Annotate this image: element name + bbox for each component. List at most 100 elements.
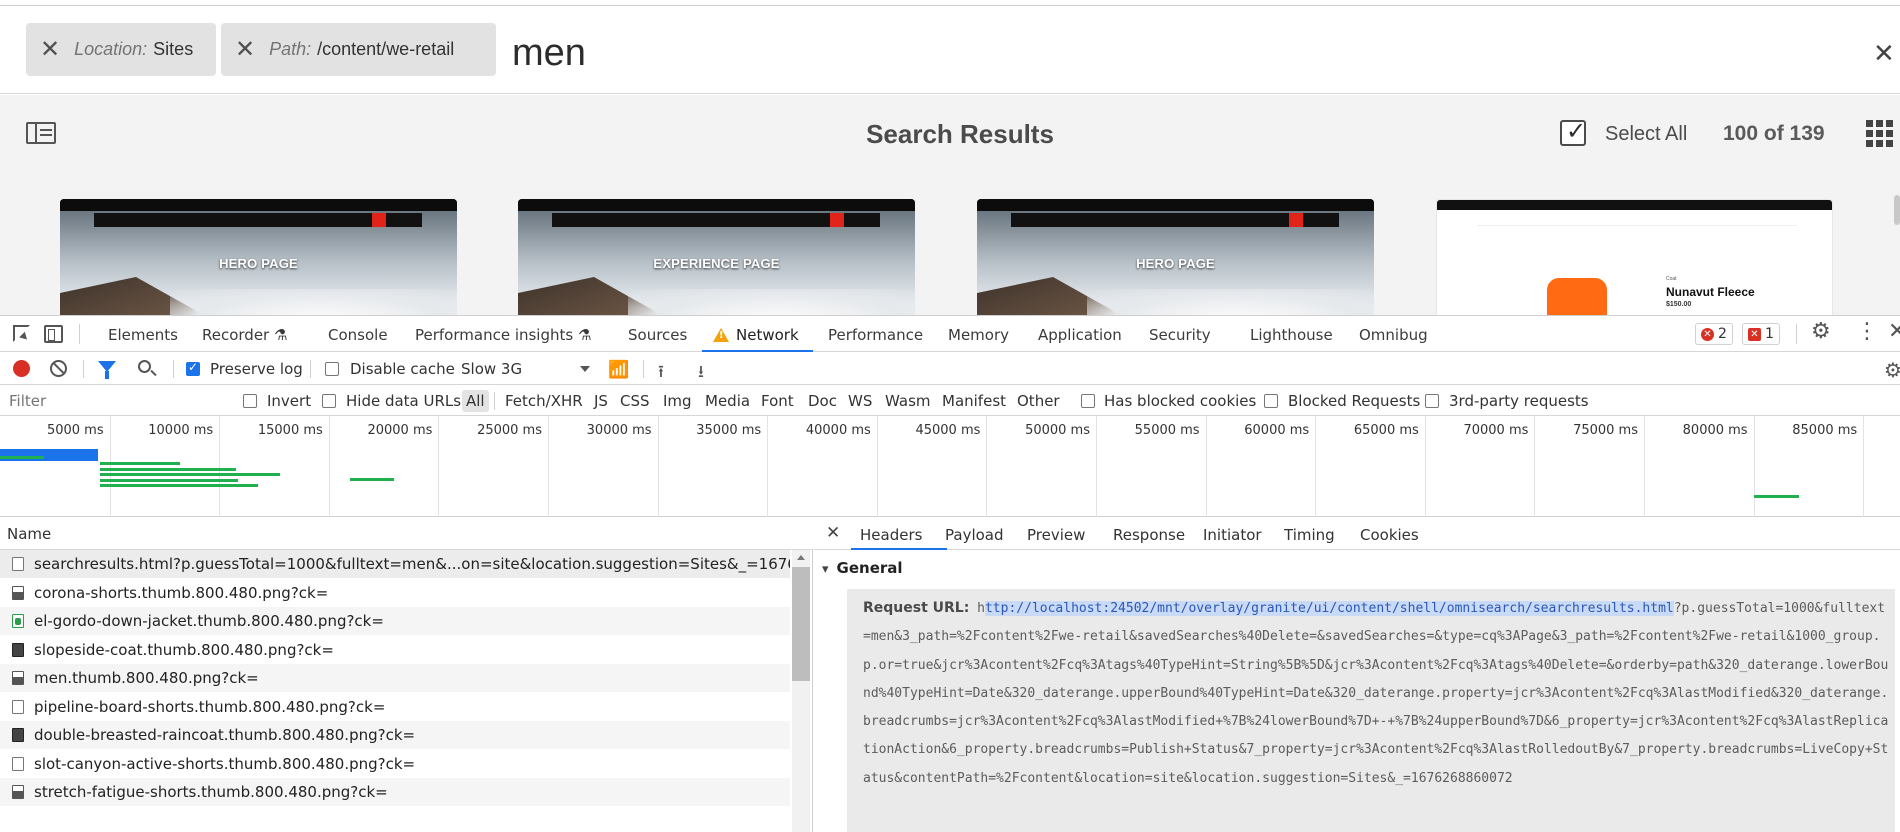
tab-lighthouse[interactable]: Lighthouse [1250, 326, 1333, 344]
errors-badge[interactable]: ✕ 2 [1695, 323, 1733, 345]
grid-view-icon[interactable] [1866, 120, 1893, 147]
close-icon[interactable]: ✕ [1873, 40, 1895, 66]
chevron-down-icon[interactable] [580, 366, 590, 372]
request-row[interactable]: slopeside-coat.thumb.800.480.png?ck= [0, 636, 790, 664]
request-row[interactable]: slot-canyon-active-shorts.thumb.800.480.… [0, 750, 790, 778]
filter-icon[interactable] [98, 361, 116, 379]
tab-preview[interactable]: Preview [1027, 526, 1085, 544]
filter-type-all[interactable]: All [462, 390, 489, 412]
timeline-tick-label: 50000 ms [1025, 423, 1090, 438]
tab-security[interactable]: Security [1149, 326, 1211, 344]
scrollbar[interactable] [1894, 195, 1900, 225]
export-har-icon[interactable]: ⭳ [698, 359, 704, 388]
timeline-gridline [1315, 416, 1317, 517]
request-row[interactable]: el-gordo-down-jacket.thumb.800.480.png?c… [0, 607, 790, 635]
network-overview-timeline[interactable]: 5000 ms 10000 ms 15000 ms 20000 ms 25000 ms 3… [0, 416, 1900, 517]
hide-data-urls-checkbox[interactable] [322, 394, 336, 408]
third-party-checkbox[interactable] [1425, 394, 1439, 408]
name-column-header[interactable]: Name [0, 517, 813, 550]
has-blocked-cookies-label[interactable]: Has blocked cookies [1104, 392, 1256, 410]
request-row[interactable]: double-breasted-raincoat.thumb.800.480.p… [0, 721, 790, 749]
filter-type-js[interactable]: JS [594, 392, 608, 410]
hide-data-urls-label[interactable]: Hide data URLs [346, 392, 461, 410]
tab-network[interactable]: Network [713, 326, 799, 344]
select-all-checkbox-icon[interactable] [1560, 117, 1586, 146]
has-blocked-cookies-checkbox[interactable] [1081, 394, 1095, 408]
request-url-box: Request URL: http://localhost:24502/mnt/… [847, 589, 1895, 832]
tab-performance[interactable]: Performance [828, 326, 923, 344]
tab-initiator[interactable]: Initiator [1203, 526, 1262, 544]
select-all-label[interactable]: Select All [1605, 123, 1687, 146]
tab-cookies[interactable]: Cookies [1360, 526, 1419, 544]
scrollbar-thumb[interactable] [792, 567, 810, 681]
import-har-icon[interactable]: ⭱ [658, 359, 664, 388]
throttling-select[interactable]: Slow 3G [461, 360, 522, 378]
location-tag[interactable]: ✕ Location: Sites [26, 23, 216, 76]
timeline-gridline [657, 416, 659, 517]
device-toolbar-icon[interactable] [44, 325, 63, 343]
tab-memory[interactable]: Memory [948, 326, 1009, 344]
remove-tag-icon[interactable]: ✕ [40, 35, 60, 64]
settings-gear-icon[interactable]: ⚙ [1811, 321, 1831, 343]
search-input[interactable]: men [512, 32, 586, 75]
filter-type-font[interactable]: Font [761, 392, 794, 410]
filter-type-ws[interactable]: WS [848, 392, 872, 410]
third-party-label[interactable]: 3rd-party requests [1449, 392, 1589, 410]
timeline-tick-label: 40000 ms [805, 423, 871, 438]
filter-type-manifest[interactable]: Manifest [942, 392, 1006, 410]
request-row[interactable]: searchresults.html?p.guessTotal=1000&ful… [0, 550, 790, 578]
filter-type-other[interactable]: Other [1017, 392, 1060, 410]
tab-sources[interactable]: Sources [628, 326, 687, 344]
request-row[interactable]: corona-shorts.thumb.800.480.png?ck= [0, 579, 790, 607]
preserve-log-label[interactable]: Preserve log [210, 360, 303, 378]
filter-type-doc[interactable]: Doc [808, 392, 837, 410]
request-url[interactable]: Request URL: http://localhost:24502/mnt/… [847, 594, 1895, 793]
request-row[interactable]: pipeline-board-shorts.thumb.800.480.png?… [0, 693, 790, 721]
remove-tag-icon[interactable]: ✕ [235, 35, 255, 64]
filter-type-fetch-xhr[interactable]: Fetch/XHR [505, 392, 583, 410]
blocked-requests-label[interactable]: Blocked Requests [1288, 392, 1420, 410]
file-type-icon [12, 785, 24, 799]
tab-timing[interactable]: Timing [1284, 526, 1335, 544]
request-row[interactable]: stretch-fatigue-shorts.thumb.800.480.png… [0, 778, 790, 806]
request-row[interactable]: men.thumb.800.480.png?ck= [0, 664, 790, 692]
inspect-element-icon[interactable] [13, 325, 30, 342]
filter-input[interactable] [2, 390, 226, 412]
tab-response[interactable]: Response [1113, 526, 1185, 544]
filter-type-media[interactable]: Media [705, 392, 750, 410]
general-section-toggle[interactable]: General [822, 559, 903, 577]
tab-elements[interactable]: Elements [108, 326, 178, 344]
filter-type-wasm[interactable]: Wasm [885, 392, 931, 410]
filter-type-css[interactable]: CSS [620, 392, 650, 410]
path-tag[interactable]: ✕ Path: /content/we-retail [221, 23, 496, 76]
blocked-requests-checkbox[interactable] [1264, 394, 1278, 408]
disable-cache-label[interactable]: Disable cache [350, 360, 455, 378]
search-icon[interactable] [138, 360, 151, 373]
result-card[interactable]: EXPERIENCE PAGE [518, 199, 915, 315]
invert-checkbox[interactable] [243, 394, 257, 408]
invert-label[interactable]: Invert [267, 392, 311, 410]
tab-omnibug[interactable]: Omnibug [1359, 326, 1428, 344]
tab-headers[interactable]: Headers [860, 526, 922, 544]
disable-cache-checkbox[interactable] [325, 362, 339, 376]
result-card[interactable]: Coat Nunavut Fleece $150.00 [1436, 199, 1833, 315]
tab-recorder[interactable]: Recorder ⚗ [202, 326, 287, 344]
tab-performance-insights[interactable]: Performance insights ⚗ [415, 326, 591, 344]
close-devtools-icon[interactable]: ✕ [1888, 321, 1900, 343]
tab-application[interactable]: Application [1038, 326, 1122, 344]
result-card[interactable]: HERO PAGE [977, 199, 1374, 315]
filter-type-img[interactable]: Img [663, 392, 692, 410]
tab-console[interactable]: Console [328, 326, 388, 344]
close-icon[interactable]: ✕ [826, 523, 840, 543]
more-options-icon[interactable]: ⋮ [1856, 321, 1878, 343]
network-conditions-icon[interactable]: 📶 [608, 360, 629, 380]
preserve-log-checkbox[interactable] [186, 360, 200, 376]
timeline-gridline [1205, 416, 1207, 517]
issues-badge[interactable]: ✕ 1 [1742, 323, 1780, 345]
tab-payload[interactable]: Payload [945, 526, 1004, 544]
result-card[interactable]: HERO PAGE [60, 199, 457, 315]
clear-icon[interactable] [50, 360, 67, 377]
network-settings-gear-icon[interactable]: ⚙ [1884, 358, 1900, 382]
record-icon[interactable] [13, 360, 30, 377]
flask-icon: ⚗ [577, 326, 592, 344]
